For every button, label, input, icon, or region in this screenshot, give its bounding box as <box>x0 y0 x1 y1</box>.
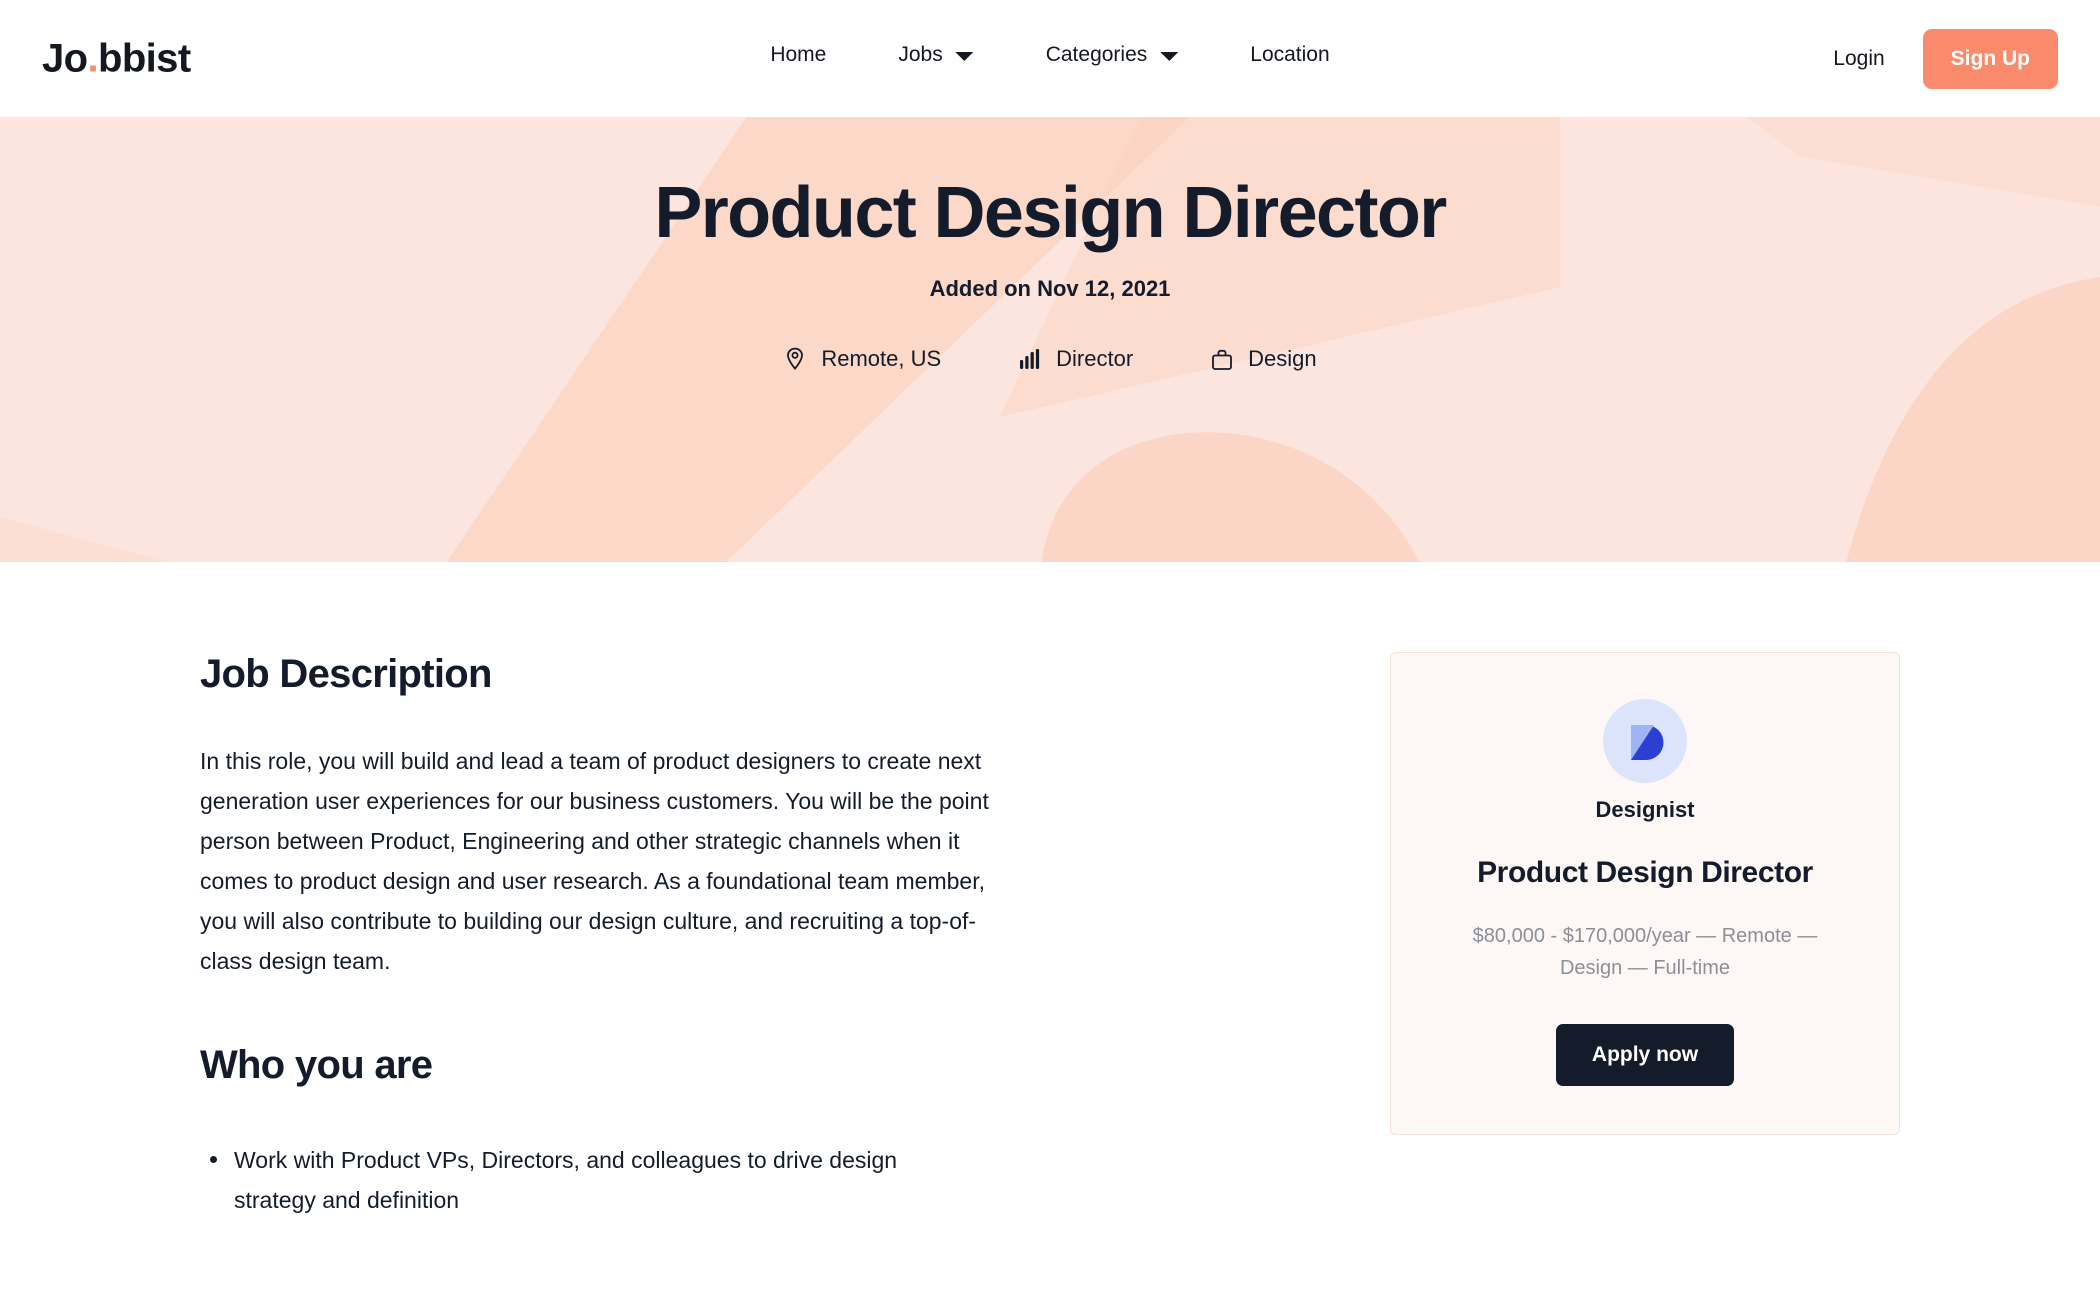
content-wrapper: Job Description In this role, you will b… <box>200 562 1900 1220</box>
nav-item-categories[interactable]: Categories <box>1046 43 1179 67</box>
nav-item-home-label: Home <box>770 42 827 66</box>
header-actions: Login Sign Up <box>1833 28 2058 89</box>
job-summary-column: Designist Product Design Director $80,00… <box>1390 652 1900 1135</box>
hero-meta-row: Remote, US Director Design <box>783 346 1317 372</box>
company-name: Designist <box>1595 797 1695 822</box>
meta-location-label: Remote, US <box>821 346 942 372</box>
apply-now-button[interactable]: Apply now <box>1555 1024 1735 1086</box>
hero-section: Product Design Director Added on Nov 12,… <box>0 117 2100 562</box>
meta-location: Remote, US <box>783 346 941 372</box>
meta-category-label: Design <box>1248 346 1317 372</box>
nav-item-home[interactable]: Home <box>770 43 826 67</box>
job-description-column: Job Description In this role, you will b… <box>200 652 1000 1220</box>
main-navigation: Home Jobs Categories Location <box>770 43 1329 67</box>
nav-item-jobs-label: Jobs <box>898 42 943 66</box>
page-title: Product Design Director <box>654 173 1447 253</box>
meta-level-label: Director <box>1056 346 1134 372</box>
list-item: Work with Product VPs, Directors, and co… <box>200 1140 960 1220</box>
main-content: Job Description In this role, you will b… <box>0 562 2100 1221</box>
login-link[interactable]: Login <box>1833 47 1884 71</box>
brand-name-end: bbist <box>98 36 191 80</box>
job-description-heading: Job Description <box>200 652 492 696</box>
designist-d-mark-icon <box>1631 725 1664 760</box>
sign-up-button[interactable]: Sign Up <box>1922 28 2058 89</box>
nav-item-categories-label: Categories <box>1045 42 1148 66</box>
job-description-paragraph: In this role, you will build and lead a … <box>200 748 989 975</box>
card-job-title: Product Design Director <box>1477 856 1813 889</box>
briefcase-icon <box>1210 347 1234 371</box>
nav-item-location-label: Location <box>1250 42 1330 66</box>
meta-category: Design <box>1210 346 1317 372</box>
map-pin-icon <box>783 347 807 371</box>
chevron-down-icon <box>955 51 974 61</box>
card-job-meta: $80,000 - $170,000/year — Remote — Desig… <box>1472 925 1818 979</box>
meta-level: Director <box>1018 346 1133 372</box>
chevron-down-icon <box>1160 51 1179 61</box>
nav-item-location[interactable]: Location <box>1250 43 1329 67</box>
added-on-date: Added on Nov 12, 2021 <box>929 276 1171 302</box>
company-logo-designist-icon <box>1603 699 1687 783</box>
hero-content: Product Design Director Added on Nov 12,… <box>0 117 2100 562</box>
nav-item-jobs[interactable]: Jobs <box>898 42 974 67</box>
site-header: Jo.bbist Home Jobs Categories Location L… <box>0 0 2100 117</box>
who-you-are-heading: Who you are <box>200 1043 433 1088</box>
job-summary-card: Designist Product Design Director $80,00… <box>1390 652 1900 1135</box>
page-root: Jo.bbist Home Jobs Categories Location L… <box>0 0 2100 1302</box>
brand-dot: . <box>87 36 98 80</box>
brand-logo[interactable]: Jo.bbist <box>42 36 191 81</box>
brand-name-start: Jo <box>42 36 88 80</box>
bar-chart-icon <box>1018 347 1042 371</box>
who-you-are-list: Work with Product VPs, Directors, and co… <box>200 1140 1000 1220</box>
